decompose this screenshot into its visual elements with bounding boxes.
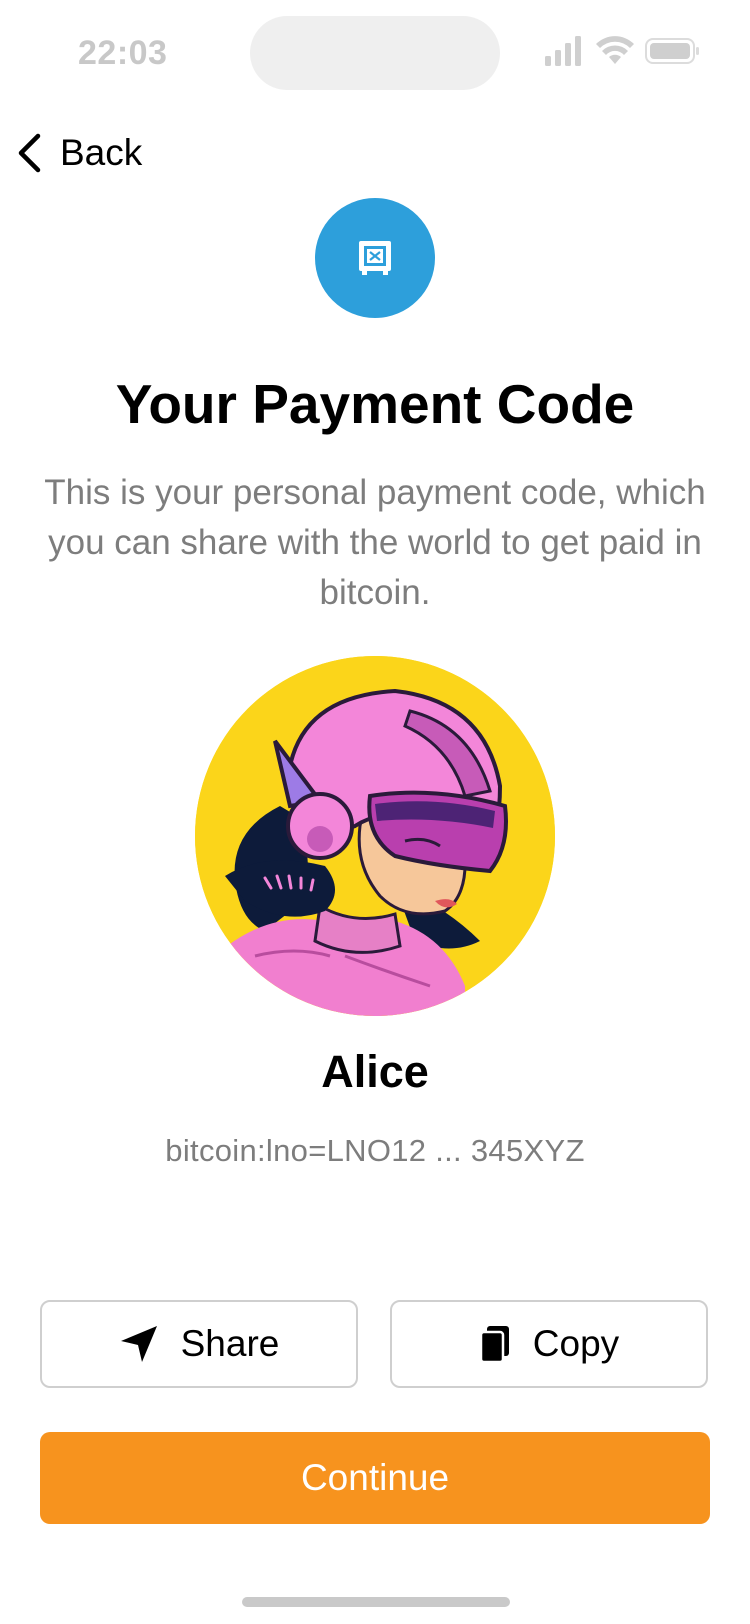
dynamic-island <box>250 16 500 90</box>
page-subtitle: This is your personal payment code, whic… <box>44 473 706 612</box>
safe-icon <box>359 241 391 275</box>
send-icon <box>120 1326 157 1362</box>
wifi-icon <box>596 36 634 64</box>
copy-icon <box>479 1326 509 1363</box>
safe-badge <box>315 198 435 318</box>
copy-label: Copy <box>532 1323 620 1364</box>
battery-icon <box>645 38 699 64</box>
cellular-signal-icon <box>545 36 581 66</box>
profile-name: Alice <box>321 1046 429 1097</box>
avatar-illustration <box>195 656 555 1016</box>
chevron-left-icon <box>18 133 41 173</box>
share-button[interactable]: Share <box>40 1300 358 1388</box>
page-title: Your Payment Code <box>115 373 635 435</box>
continue-button[interactable]: Continue <box>40 1432 710 1524</box>
home-indicator <box>242 1597 510 1607</box>
copy-button[interactable]: Copy <box>390 1300 708 1388</box>
back-label: Back <box>60 132 143 173</box>
share-label: Share <box>180 1323 280 1364</box>
continue-label: Continue <box>300 1457 450 1498</box>
avatar <box>195 656 555 1016</box>
payment-code[interactable]: bitcoin:lno=LNO12 ... 345XYZ <box>0 1133 750 1169</box>
back-button[interactable]: Back <box>14 128 142 178</box>
status-time: 22:03 <box>78 34 168 72</box>
status-bar: 22:03 <box>0 0 750 110</box>
